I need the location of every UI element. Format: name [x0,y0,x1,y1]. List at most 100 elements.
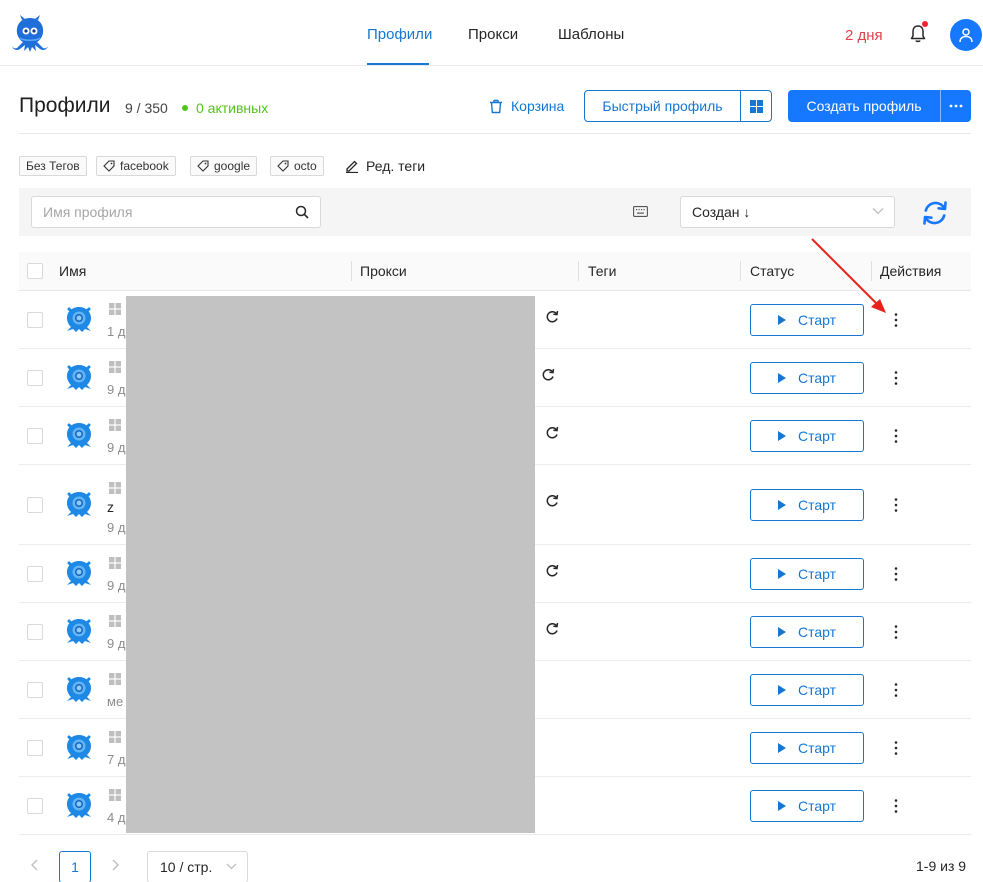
column-header-actions: Действия [880,263,942,279]
trash-icon [490,99,502,113]
keyboard-icon[interactable] [633,206,648,217]
more-vertical-icon[interactable] [890,428,902,444]
tag-icon [103,160,115,172]
more-vertical-icon[interactable] [890,497,902,513]
more-vertical-icon[interactable] [890,798,902,814]
start-profile-button[interactable]: Старт [750,616,864,648]
header-divider [19,133,971,134]
tab-templates[interactable]: Шаблоны [558,26,624,43]
quick-profile-button[interactable]: Быстрый профиль [584,90,741,122]
start-profile-button[interactable]: Старт [750,674,864,706]
tab-proxies[interactable]: Прокси [468,26,518,43]
octo-logo-icon[interactable] [8,14,52,54]
profile-created: 9 д [107,636,126,651]
search-input[interactable] [32,197,282,227]
play-icon [777,743,786,753]
column-header-name[interactable]: Имя [59,263,86,279]
edit-icon [346,160,358,173]
search-box [31,196,321,228]
edit-tags-button[interactable]: Ред. теги [345,158,425,174]
tag-facebook[interactable]: facebook [96,156,176,176]
proxy-reload-icon[interactable] [545,622,559,636]
column-separator [351,261,352,281]
proxy-reload-icon[interactable] [545,564,559,578]
proxy-reload-icon[interactable] [541,368,555,382]
row-checkbox[interactable] [27,682,43,698]
row-checkbox[interactable] [27,566,43,582]
pagination-total: 1-9 из 9 [916,858,967,874]
proxy-reload-icon[interactable] [545,426,559,440]
create-profile-button[interactable]: Создать профиль [788,90,940,122]
active-count: 0 активных [196,100,269,116]
bell-icon[interactable] [909,24,927,44]
row-checkbox[interactable] [27,312,43,328]
start-profile-button[interactable]: Старт [750,489,864,521]
select-all-checkbox[interactable] [27,263,43,279]
start-label: Старт [797,312,837,328]
tag-octo[interactable]: octo [270,156,324,176]
tag-google[interactable]: google [190,156,258,176]
page-size-select[interactable]: 10 / стр. [147,851,248,882]
edit-tags-label: Ред. теги [366,158,426,174]
trash-button[interactable]: Корзина [489,98,564,114]
column-header-status[interactable]: Статус [750,263,794,279]
row-checkbox[interactable] [27,624,43,640]
proxy-reload-icon[interactable] [545,494,559,508]
pagination-page-1[interactable]: 1 [59,851,91,882]
chevron-down-icon [872,208,884,215]
row-checkbox[interactable] [27,798,43,814]
start-label: Старт [797,428,837,444]
pagination-next-icon[interactable] [108,858,122,872]
row-checkbox[interactable] [27,740,43,756]
start-label: Старт [797,370,837,386]
profile-count: 9 / 350 [125,100,168,116]
pagination-prev-icon[interactable] [28,858,42,872]
user-avatar[interactable] [950,19,982,51]
trial-days-remaining[interactable]: 2 дня [845,27,883,44]
start-profile-button[interactable]: Старт [750,558,864,590]
more-vertical-icon[interactable] [890,682,902,698]
column-header-tags[interactable]: Теги [588,263,616,279]
start-profile-button[interactable]: Старт [750,790,864,822]
more-vertical-icon[interactable] [890,312,902,328]
more-vertical-icon[interactable] [890,624,902,640]
column-separator [578,261,579,281]
row-checkbox[interactable] [27,428,43,444]
start-profile-button[interactable]: Старт [750,362,864,394]
tag-label: octo [294,159,317,173]
active-tab-indicator [367,63,429,65]
profile-name[interactable]: z [107,499,114,515]
browser-profile-icon [67,619,91,644]
create-profile-more-button[interactable] [940,90,971,122]
start-profile-button[interactable]: Старт [750,304,864,336]
windows-icon [109,789,121,801]
more-vertical-icon[interactable] [890,566,902,582]
start-label: Старт [797,798,837,814]
tab-profiles[interactable]: Профили [367,26,432,43]
windows-icon [109,673,121,685]
windows-icon [109,419,121,431]
quick-profile-os-button[interactable] [740,90,772,122]
play-icon [777,500,786,510]
row-checkbox[interactable] [27,370,43,386]
row-checkbox[interactable] [27,497,43,513]
search-icon[interactable] [295,205,309,219]
page-size-value: 10 / стр. [160,859,213,875]
sort-select[interactable]: Создан ↓ [680,196,895,228]
play-icon [777,431,786,441]
more-vertical-icon[interactable] [890,370,902,386]
proxy-reload-icon[interactable] [545,310,559,324]
play-icon [777,373,786,383]
profile-created: 9 д [107,520,126,535]
start-profile-button[interactable]: Старт [750,420,864,452]
trash-label: Корзина [511,98,565,114]
browser-profile-icon [67,365,91,390]
more-vertical-icon[interactable] [890,740,902,756]
tag-no-tags[interactable]: Без Тегов [19,156,87,176]
windows-icon [109,361,121,373]
refresh-icon[interactable] [920,198,950,228]
profile-created: 9 д [107,578,126,593]
column-header-proxy[interactable]: Прокси [360,263,407,279]
notification-dot [922,21,928,27]
start-profile-button[interactable]: Старт [750,732,864,764]
